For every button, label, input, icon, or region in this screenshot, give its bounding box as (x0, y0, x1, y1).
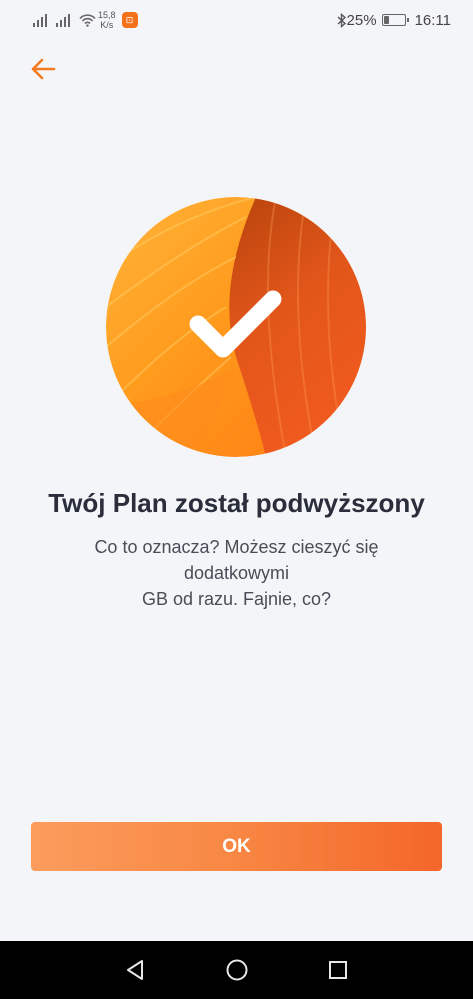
success-illustration (106, 197, 366, 457)
page-title: Twój Plan został podwyższony (48, 488, 425, 518)
nav-recents-button[interactable] (318, 950, 358, 990)
battery-fill (383, 16, 389, 24)
success-circle (106, 197, 366, 457)
network-speed-unit: K/s (100, 20, 114, 30)
back-button[interactable] (28, 54, 58, 84)
battery-percent: 25% (346, 11, 377, 29)
app-notification-icon: ⊡ (121, 12, 138, 28)
ok-button[interactable]: OK (31, 822, 442, 871)
triangle-back-icon (126, 960, 143, 980)
network-speed: 15,8 K/s (98, 10, 116, 30)
wifi-icon (79, 13, 96, 27)
clock: 16:11 (414, 11, 451, 29)
description-line-2: GB od razu. Fajnie, co? (141, 589, 332, 609)
description-line-1: Co to oznacza? Możesz cieszyć się dodatk… (94, 537, 379, 583)
nav-back-button[interactable] (116, 950, 156, 990)
status-bar: 15,8 K/s ⊡ 25% 16:11 (0, 0, 473, 40)
status-bar-left: 15,8 K/s ⊡ (33, 10, 138, 30)
square-recents-icon (328, 961, 347, 979)
network-speed-value: 15,8 (98, 10, 116, 20)
battery-icon (381, 14, 409, 26)
system-nav-bar (0, 941, 473, 999)
status-bar-right: 25% 16:11 (337, 12, 451, 29)
page-description: Co to oznacza? Możesz cieszyć się dodatk… (40, 534, 433, 612)
signal-icon (33, 13, 47, 27)
signal-icon-2 (56, 13, 70, 27)
arrow-left-icon (31, 58, 56, 80)
circle-home-icon (226, 959, 247, 981)
bluetooth-icon (337, 12, 346, 28)
nav-home-button[interactable] (217, 950, 257, 990)
